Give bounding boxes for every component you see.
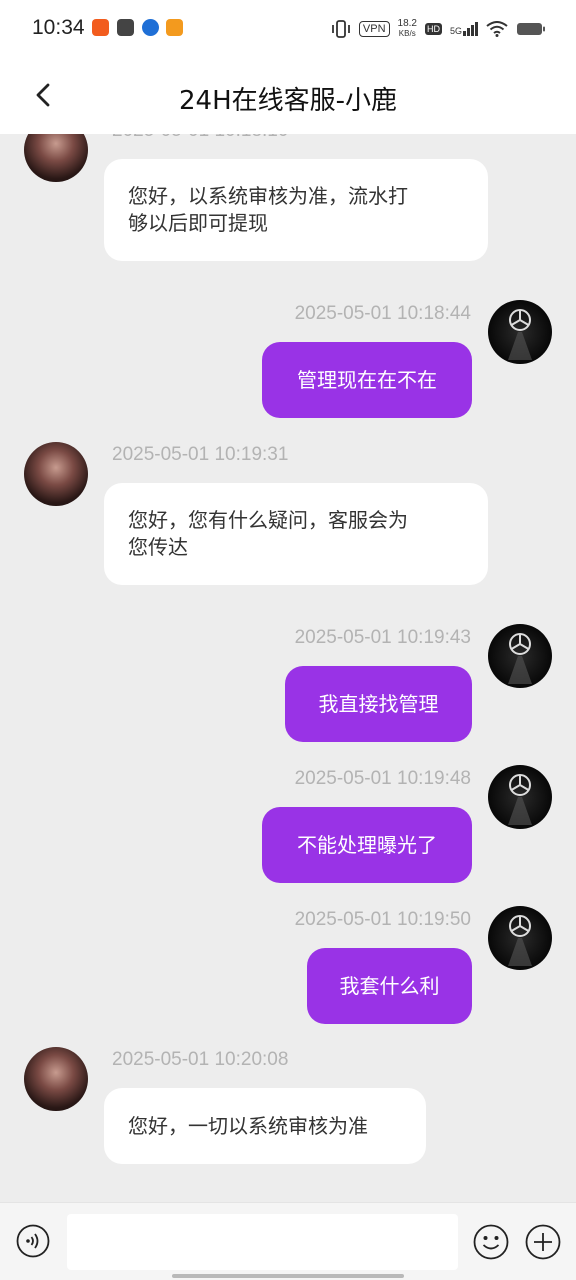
home-notification-icon xyxy=(166,19,183,36)
mercedes-logo-icon xyxy=(508,633,532,684)
chat-message-list[interactable]: 2025-05-01 10:18:10 您好，以系统审核为准，流水打 够以后即可… xyxy=(0,134,576,1202)
wifi-icon xyxy=(486,21,508,37)
user-avatar[interactable] xyxy=(488,765,552,829)
message-timestamp: 2025-05-01 10:18:44 xyxy=(294,303,471,324)
message-input[interactable] xyxy=(67,1214,458,1270)
vpn-badge: VPN xyxy=(358,21,390,37)
signal-icon: 5G xyxy=(450,22,478,36)
bank-notification-icon xyxy=(142,19,159,36)
outgoing-message-bubble[interactable]: 管理现在在不在 xyxy=(262,342,472,418)
incoming-message-bubble[interactable]: 您好，您有什么疑问，客服会为 您传达 xyxy=(104,483,488,585)
outgoing-message-bubble[interactable]: 我直接找管理 xyxy=(285,666,472,742)
page-title: 24H在线客服-小鹿 xyxy=(178,86,398,116)
voice-icon[interactable] xyxy=(16,1224,50,1258)
message-timestamp: 2025-05-01 10:18:10 xyxy=(112,134,288,142)
vibrate-icon xyxy=(331,20,350,38)
user-avatar[interactable] xyxy=(488,624,552,688)
hd-badge: HD xyxy=(424,23,442,35)
status-time: 10:34 xyxy=(32,16,85,39)
mail-notification-icon xyxy=(117,19,134,36)
agent-avatar[interactable] xyxy=(24,1047,88,1111)
status-bar: 10:34 VPN 18.2 KB/s HD 5G xyxy=(0,0,576,58)
mercedes-logo-icon xyxy=(508,309,532,360)
agent-avatar[interactable] xyxy=(24,442,88,506)
mercedes-logo-icon xyxy=(508,774,532,825)
message-timestamp: 2025-05-01 10:19:48 xyxy=(294,768,471,789)
home-indicator[interactable] xyxy=(172,1274,404,1278)
message-timestamp: 2025-05-01 10:19:50 xyxy=(294,909,471,930)
message-timestamp: 2025-05-01 10:19:43 xyxy=(294,627,471,648)
outgoing-message-bubble[interactable]: 不能处理曝光了 xyxy=(262,807,472,883)
plus-icon[interactable] xyxy=(525,1224,561,1260)
mercedes-logo-icon xyxy=(508,915,532,966)
agent-avatar[interactable] xyxy=(24,134,88,182)
network-speed: 18.2 KB/s xyxy=(397,18,417,39)
navigation-bar: 24H在线客服-小鹿 xyxy=(0,58,576,134)
message-timestamp: 2025-05-01 10:19:31 xyxy=(112,444,289,465)
incoming-message-bubble[interactable]: 您好，一切以系统审核为准 xyxy=(104,1088,426,1164)
app-notification-icon xyxy=(92,19,109,36)
message-timestamp: 2025-05-01 10:20:08 xyxy=(112,1049,289,1070)
user-avatar[interactable] xyxy=(488,300,552,364)
battery-icon xyxy=(517,23,545,35)
emoji-icon[interactable] xyxy=(473,1224,509,1260)
user-avatar[interactable] xyxy=(488,906,552,970)
status-indicators: VPN 18.2 KB/s HD 5G xyxy=(331,17,546,41)
message-input-bar xyxy=(0,1202,576,1280)
outgoing-message-bubble[interactable]: 我套什么利 xyxy=(307,948,472,1024)
incoming-message-bubble[interactable]: 您好，以系统审核为准，流水打 够以后即可提现 xyxy=(104,159,488,261)
